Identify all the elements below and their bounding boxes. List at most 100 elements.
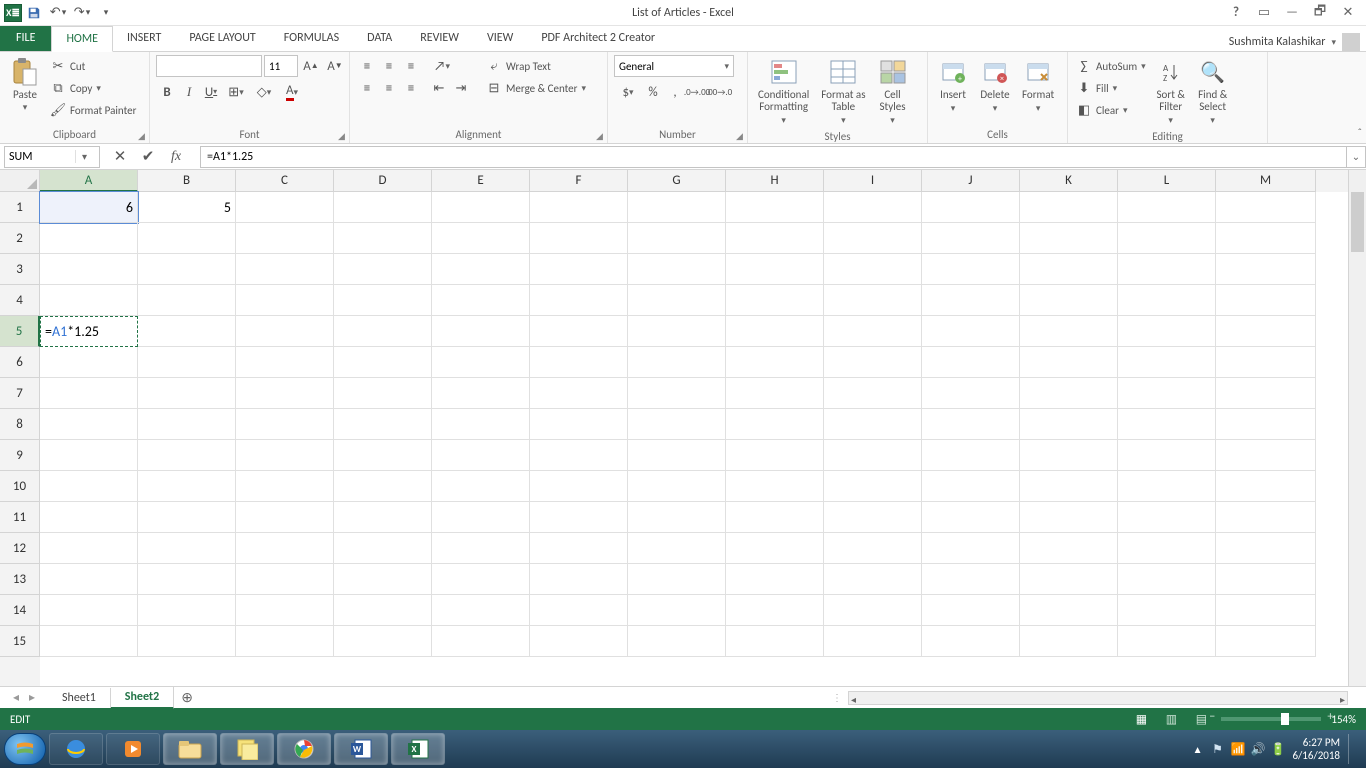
dialog-launcher-icon[interactable]: ◢ (138, 131, 148, 141)
cell[interactable] (138, 502, 236, 533)
autosum-button[interactable]: ∑AutoSum▾ (1074, 55, 1148, 77)
row-header[interactable]: 8 (0, 409, 40, 440)
cell[interactable] (628, 440, 726, 471)
cell[interactable] (726, 378, 824, 409)
cell[interactable] (138, 254, 236, 285)
paste-button[interactable]: Paste▾ (6, 55, 44, 116)
cell[interactable] (530, 595, 628, 626)
cell[interactable] (530, 440, 628, 471)
cell[interactable] (530, 316, 628, 347)
decrease-font-button[interactable]: A▼ (324, 55, 346, 77)
cell[interactable] (922, 254, 1020, 285)
cell[interactable] (922, 626, 1020, 657)
clock[interactable]: 6:27 PM 6/16/2018 (1292, 736, 1340, 762)
redo-button[interactable]: ↷▾ (70, 2, 94, 24)
cell[interactable] (432, 378, 530, 409)
underline-button[interactable]: U▾ (200, 81, 222, 103)
wrap-text-button[interactable]: ⤶Wrap Text (484, 55, 588, 77)
cell[interactable] (530, 471, 628, 502)
cell[interactable] (824, 378, 922, 409)
column-header[interactable]: G (628, 170, 726, 192)
cell[interactable] (628, 533, 726, 564)
cell[interactable] (40, 564, 138, 595)
new-sheet-button[interactable]: ⊕ (174, 689, 200, 706)
cell[interactable] (1020, 502, 1118, 533)
dialog-launcher-icon[interactable]: ◢ (596, 131, 606, 141)
cell[interactable] (1118, 378, 1216, 409)
cell[interactable] (726, 223, 824, 254)
column-header[interactable]: D (334, 170, 432, 192)
cell[interactable] (824, 409, 922, 440)
tab-review[interactable]: REVIEW (406, 25, 473, 51)
cell[interactable] (40, 440, 138, 471)
cell[interactable] (824, 192, 922, 223)
align-middle-button[interactable]: ≡ (378, 55, 400, 77)
cell[interactable] (1118, 254, 1216, 285)
cell[interactable] (922, 440, 1020, 471)
cell[interactable] (726, 564, 824, 595)
select-all-button[interactable] (0, 170, 40, 192)
cell[interactable] (922, 409, 1020, 440)
cell[interactable] (138, 316, 236, 347)
tab-formulas[interactable]: FORMULAS (270, 25, 353, 51)
tray-battery-icon[interactable]: 🔋 (1270, 742, 1284, 757)
cell[interactable] (40, 626, 138, 657)
cell[interactable] (922, 564, 1020, 595)
cell[interactable] (138, 533, 236, 564)
cell[interactable] (1118, 409, 1216, 440)
cell[interactable] (334, 595, 432, 626)
cell[interactable] (628, 409, 726, 440)
decrease-indent-button[interactable]: ⇤ (428, 77, 450, 99)
cell[interactable] (432, 595, 530, 626)
cell[interactable] (628, 595, 726, 626)
cell[interactable] (628, 254, 726, 285)
cell[interactable] (1216, 533, 1316, 564)
cell[interactable] (922, 378, 1020, 409)
cell[interactable] (824, 316, 922, 347)
formula-input[interactable] (200, 146, 1346, 168)
tray-volume-icon[interactable]: 🔊 (1250, 742, 1264, 757)
row-header[interactable]: 2 (0, 223, 40, 254)
sheet-tab[interactable]: Sheet2 (111, 687, 174, 709)
sheet-tab[interactable]: Sheet1 (48, 688, 111, 708)
tab-page-layout[interactable]: PAGE LAYOUT (175, 25, 269, 51)
cell[interactable] (726, 626, 824, 657)
cell[interactable] (432, 533, 530, 564)
merge-center-button[interactable]: ⊟Merge & Center▾ (484, 77, 588, 99)
cell[interactable] (432, 502, 530, 533)
undo-button[interactable]: ↶▾ (46, 2, 70, 24)
cell[interactable] (922, 533, 1020, 564)
italic-button[interactable]: I (178, 81, 200, 103)
cell[interactable] (1216, 347, 1316, 378)
taskbar-chrome[interactable] (277, 733, 331, 765)
row-header[interactable]: 1 (0, 192, 40, 223)
row-header[interactable]: 10 (0, 471, 40, 502)
cell[interactable] (628, 471, 726, 502)
column-header[interactable]: A (40, 170, 138, 192)
fx-button[interactable]: fx (162, 146, 190, 168)
cell[interactable] (236, 409, 334, 440)
cell[interactable] (236, 347, 334, 378)
tray-flag-icon[interactable]: ⚑ (1210, 742, 1224, 757)
cell[interactable] (530, 626, 628, 657)
cell[interactable] (824, 347, 922, 378)
cell[interactable] (922, 347, 1020, 378)
cell[interactable] (824, 533, 922, 564)
cell[interactable] (530, 192, 628, 223)
taskbar-excel[interactable]: X (391, 733, 445, 765)
bold-button[interactable]: B (156, 81, 178, 103)
normal-view-button[interactable]: ▦ (1131, 711, 1151, 727)
column-header[interactable]: J (922, 170, 1020, 192)
tab-data[interactable]: DATA (353, 25, 406, 51)
cell[interactable] (726, 595, 824, 626)
cell[interactable] (236, 564, 334, 595)
sort-filter-button[interactable]: AZ Sort & Filter▾ (1152, 55, 1190, 128)
cell[interactable] (1118, 626, 1216, 657)
cell[interactable] (236, 254, 334, 285)
cell[interactable] (1216, 192, 1316, 223)
cell[interactable] (1118, 192, 1216, 223)
column-header[interactable]: E (432, 170, 530, 192)
cell[interactable] (236, 223, 334, 254)
cell[interactable] (432, 440, 530, 471)
cell[interactable] (922, 223, 1020, 254)
